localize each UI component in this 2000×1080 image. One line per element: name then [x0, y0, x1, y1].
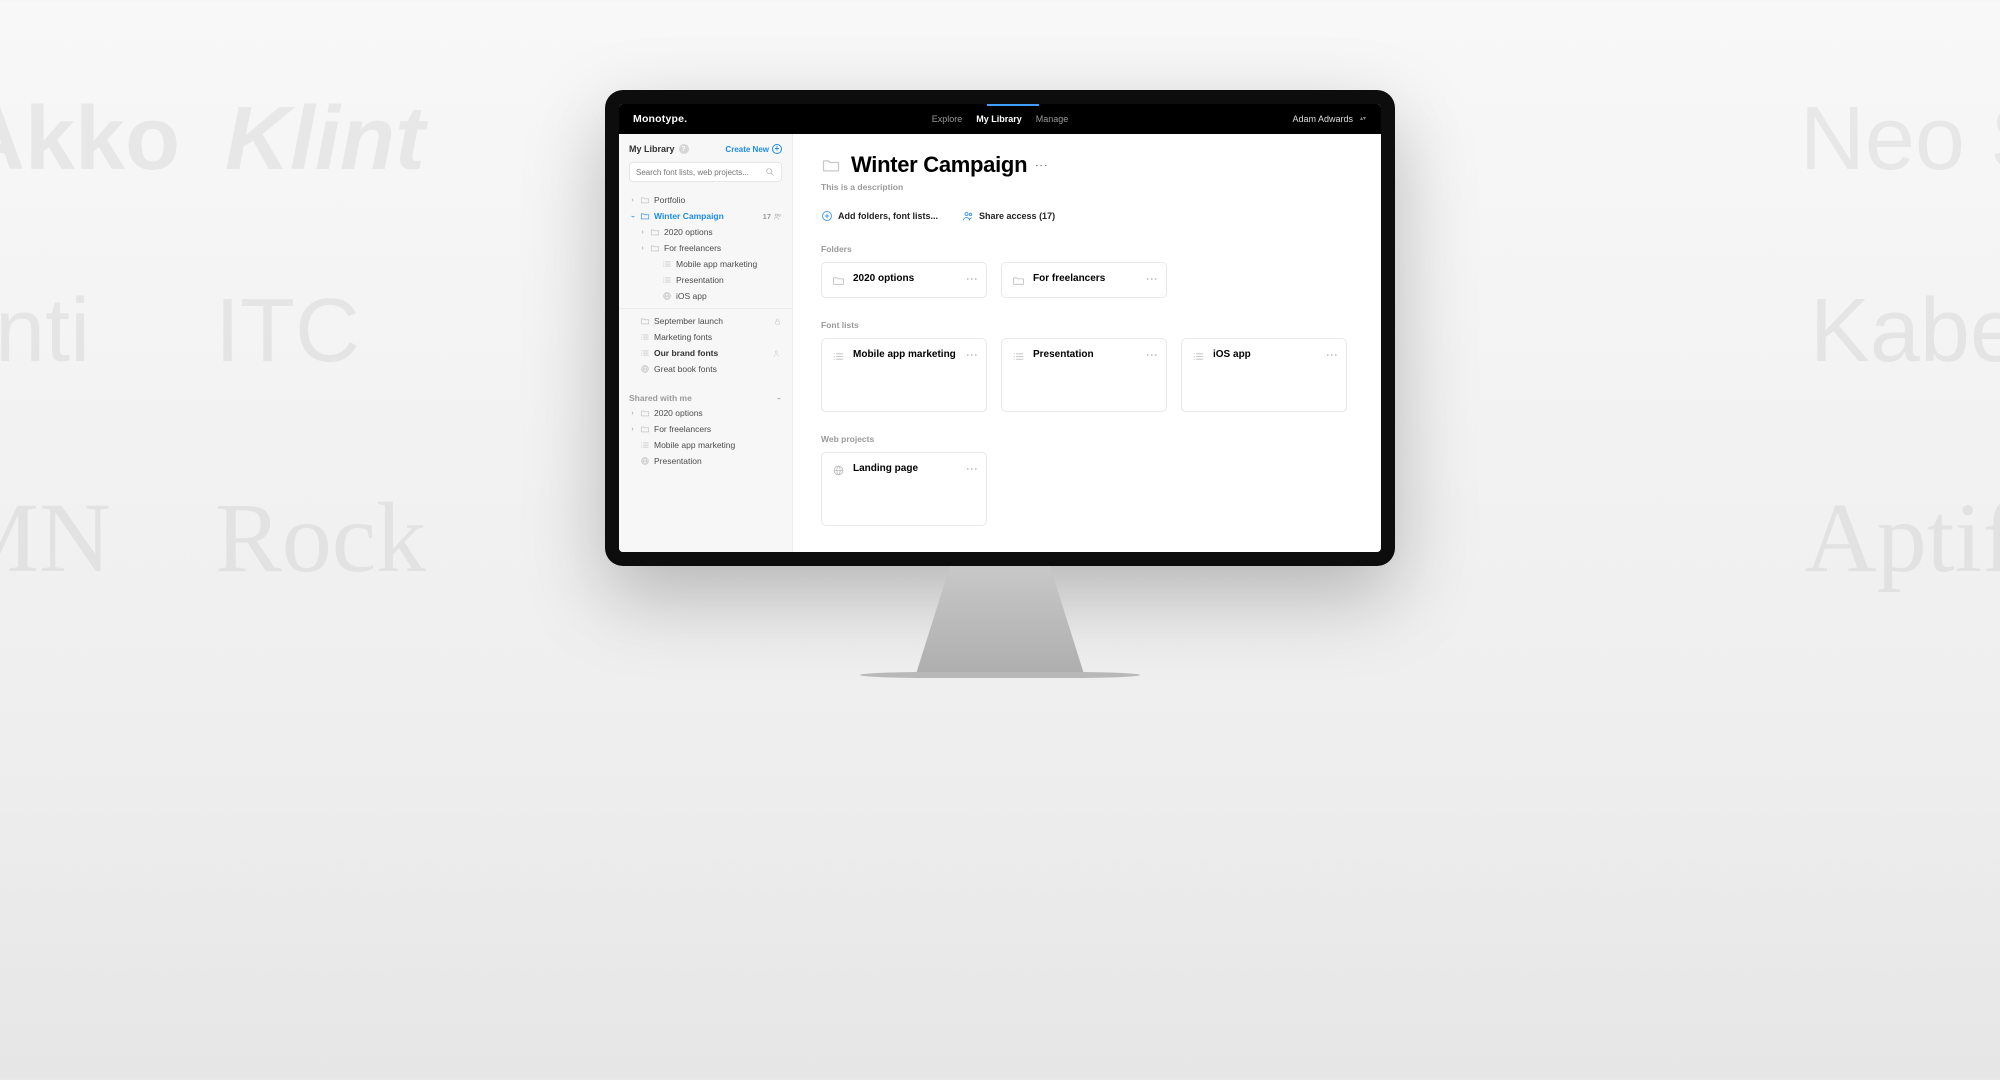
user-menu[interactable]: Adam Adwards ▴▾ — [1292, 114, 1367, 124]
globe-icon — [640, 364, 650, 374]
folder-icon — [832, 274, 845, 287]
list-icon — [662, 275, 672, 285]
create-new-button[interactable]: Create New + — [725, 144, 782, 154]
monitor-mockup: Monotype. Explore My Library Manage Adam… — [605, 90, 1395, 678]
page-title: Winter Campaign — [851, 152, 1027, 178]
folder-icon — [640, 408, 650, 418]
sidebar-title: My Library ? — [629, 144, 689, 154]
share-access-button[interactable]: Share access (17) — [962, 210, 1055, 222]
card-menu-button[interactable]: ⋮ — [968, 273, 976, 285]
shared-item-2020-options[interactable]: › 2020 options — [619, 405, 792, 421]
card-menu-button[interactable]: ⋮ — [968, 349, 976, 361]
card-menu-button[interactable]: ⋮ — [1148, 273, 1156, 285]
folder-icon — [640, 316, 650, 326]
shared-with-me-header[interactable]: Shared with me › — [619, 387, 792, 405]
share-count: 17 — [763, 212, 782, 221]
folder-icon — [650, 243, 660, 253]
help-icon[interactable]: ? — [679, 144, 689, 154]
list-icon — [1012, 350, 1025, 363]
card-menu-button[interactable]: ⋮ — [968, 463, 976, 475]
plus-circle-icon — [821, 210, 833, 222]
people-icon — [962, 210, 974, 222]
section-fontlists-label: Font lists — [821, 320, 1353, 330]
globe-icon — [640, 456, 650, 466]
chevron-updown-icon: ▴▾ — [1359, 115, 1367, 123]
tree-item-great-book-fonts[interactable]: › Great book fonts — [619, 361, 792, 377]
folder-icon — [650, 227, 660, 237]
nav-explore[interactable]: Explore — [932, 114, 963, 124]
folder-tree: › Portfolio › Winter Campaign 17 — [619, 190, 792, 387]
folder-card-for-freelancers[interactable]: For freelancers ⋮ — [1001, 262, 1167, 298]
add-folders-button[interactable]: Add folders, font lists... — [821, 210, 938, 222]
tree-item-september-launch[interactable]: › September launch — [619, 313, 792, 329]
tree-item-marketing-fonts[interactable]: › Marketing fonts — [619, 329, 792, 345]
folder-icon — [640, 424, 650, 434]
section-folders-label: Folders — [821, 244, 1353, 254]
webproject-card-landing-page[interactable]: Landing page ⋮ — [821, 452, 987, 526]
shared-item-mobile-marketing[interactable]: › Mobile app marketing — [619, 437, 792, 453]
shared-item-presentation[interactable]: › Presentation — [619, 453, 792, 469]
page-description: This is a description — [821, 182, 1353, 192]
fontlist-card-ios-app[interactable]: iOS app ⋮ — [1181, 338, 1347, 412]
main-content: Winter Campaign ⋮ This is a description … — [793, 134, 1381, 552]
fontlist-card-mobile-marketing[interactable]: Mobile app marketing ⋮ — [821, 338, 987, 412]
folder-large-icon — [821, 155, 841, 175]
section-webprojects-label: Web projects — [821, 434, 1353, 444]
tree-item-our-brand-fonts[interactable]: › Our brand fonts — [619, 345, 792, 361]
tree-item-mobile-marketing[interactable]: › Mobile app marketing — [619, 256, 792, 272]
folder-icon — [640, 195, 650, 205]
user-name: Adam Adwards — [1292, 114, 1353, 124]
card-menu-button[interactable]: ⋮ — [1148, 349, 1156, 361]
list-icon — [640, 348, 650, 358]
folder-card-2020-options[interactable]: 2020 options ⋮ — [821, 262, 987, 298]
sidebar: My Library ? Create New + — [619, 134, 793, 552]
lock-icon — [773, 317, 782, 326]
search-input-wrapper[interactable] — [629, 162, 782, 182]
tree-item-for-freelancers[interactable]: › For freelancers — [619, 240, 792, 256]
brand-logo[interactable]: Monotype. — [633, 113, 687, 125]
search-icon — [765, 167, 775, 177]
nav-my-library[interactable]: My Library — [976, 114, 1022, 124]
list-icon — [640, 440, 650, 450]
fontlist-card-presentation[interactable]: Presentation ⋮ — [1001, 338, 1167, 412]
tree-item-2020-options[interactable]: › 2020 options — [619, 224, 792, 240]
active-tab-indicator — [987, 104, 1039, 106]
search-input[interactable] — [636, 168, 761, 177]
top-nav-links: Explore My Library Manage — [932, 114, 1069, 124]
globe-icon — [662, 291, 672, 301]
plus-circle-icon: + — [772, 144, 782, 154]
nav-manage[interactable]: Manage — [1036, 114, 1069, 124]
tree-item-winter-campaign[interactable]: › Winter Campaign 17 — [619, 208, 792, 224]
shared-item-for-freelancers[interactable]: › For freelancers — [619, 421, 792, 437]
list-icon — [1192, 350, 1205, 363]
folder-icon — [640, 211, 650, 221]
list-icon — [832, 350, 845, 363]
tree-item-portfolio[interactable]: › Portfolio — [619, 192, 792, 208]
folder-icon — [1012, 274, 1025, 287]
card-menu-button[interactable]: ⋮ — [1328, 349, 1336, 361]
people-icon — [773, 212, 782, 221]
globe-icon — [832, 464, 845, 477]
tree-item-ios-app[interactable]: › iOS app — [619, 288, 792, 304]
list-icon — [662, 259, 672, 269]
top-nav-bar: Monotype. Explore My Library Manage Adam… — [619, 104, 1381, 134]
list-icon — [640, 332, 650, 342]
page-menu-button[interactable]: ⋮ — [1037, 159, 1045, 171]
tree-item-presentation[interactable]: › Presentation — [619, 272, 792, 288]
people-icon — [773, 349, 782, 358]
